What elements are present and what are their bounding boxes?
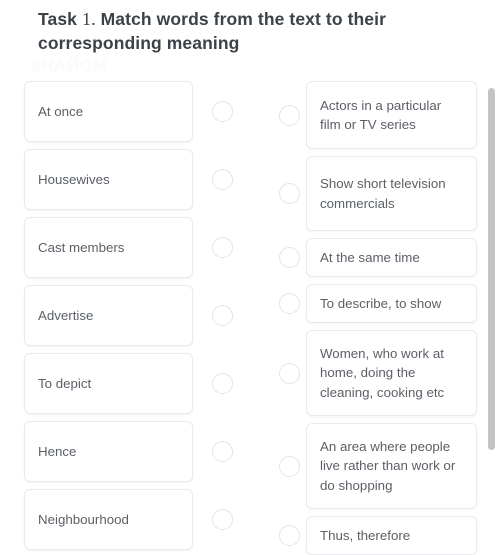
- meaning-label: Women, who work at home, doing the clean…: [320, 346, 445, 400]
- connector-dot-icon[interactable]: [211, 169, 233, 190]
- page-title: Task 1. Match words from the text to the…: [38, 7, 448, 55]
- term-connector-point[interactable]: [205, 373, 239, 395]
- term-connector-point[interactable]: [205, 305, 239, 327]
- scrollbar-thumb[interactable]: [488, 88, 495, 450]
- term-connector-point[interactable]: [205, 441, 239, 463]
- meaning-connector-point[interactable]: [272, 525, 306, 547]
- connector-dot-icon[interactable]: [211, 373, 233, 394]
- term-label: Advertise: [38, 307, 94, 323]
- term-card[interactable]: Hence: [24, 421, 193, 482]
- connector-dot-icon[interactable]: [278, 247, 300, 268]
- term-connector-point[interactable]: [205, 509, 239, 531]
- term-label: Cast members: [38, 239, 125, 255]
- meaning-label: At the same time: [320, 249, 420, 265]
- connector-dot-icon[interactable]: [211, 237, 233, 258]
- meaning-connector-point[interactable]: [272, 362, 306, 384]
- watermark-text: ЗНАЙОМ: [30, 56, 108, 75]
- term-label: To depict: [38, 375, 92, 391]
- meaning-card[interactable]: Show short television commercials: [306, 156, 477, 231]
- term-card[interactable]: Cast members: [24, 217, 193, 278]
- meaning-card[interactable]: At the same time: [306, 238, 477, 277]
- task-label: Task: [38, 9, 77, 29]
- term-card[interactable]: At once: [24, 81, 193, 142]
- matching-board: At once Housewives Cast members Advertise To…: [0, 78, 500, 555]
- meaning-label: To describe, to show: [320, 295, 442, 311]
- meaning-card[interactable]: Actors in a particular film or TV series: [306, 81, 477, 149]
- term-card[interactable]: To depict: [24, 353, 193, 414]
- meaning-connector-point[interactable]: [272, 455, 306, 477]
- term-label: Neighbourhood: [38, 511, 129, 527]
- connector-dot-icon[interactable]: [278, 362, 300, 384]
- meaning-connector-point[interactable]: [272, 183, 306, 205]
- connector-dot-icon[interactable]: [211, 305, 233, 326]
- connector-dot-icon[interactable]: [278, 455, 300, 477]
- meaning-card[interactable]: Thus, therefore: [306, 516, 477, 555]
- term-connector-point[interactable]: [205, 101, 239, 123]
- term-label: Housewives: [38, 171, 110, 187]
- meaning-label: An area where people live rather than wo…: [320, 439, 456, 493]
- meaning-connector-point[interactable]: [272, 247, 306, 269]
- term-card[interactable]: Advertise: [24, 285, 193, 346]
- match-task-screen: Task 1. Match words from the text to the…: [0, 0, 500, 555]
- meaning-label: Actors in a particular film or TV series: [320, 97, 442, 132]
- connector-dot-icon[interactable]: [278, 104, 300, 126]
- term-connector-point[interactable]: [205, 237, 239, 259]
- meaning-card[interactable]: To describe, to show: [306, 284, 477, 323]
- connector-dot-icon[interactable]: [211, 101, 233, 122]
- term-card[interactable]: Neighbourhood: [24, 489, 193, 550]
- term-label: Hence: [38, 443, 77, 459]
- term-label: At once: [38, 103, 84, 119]
- task-number: 1.: [81, 9, 96, 29]
- connector-dot-icon[interactable]: [211, 441, 233, 462]
- term-card[interactable]: Housewives: [24, 149, 193, 210]
- meaning-label: Thus, therefore: [320, 527, 411, 543]
- meaning-connector-point[interactable]: [272, 293, 306, 315]
- connector-dot-icon[interactable]: [278, 525, 300, 546]
- meaning-connector-point[interactable]: [272, 104, 306, 126]
- meaning-label: Show short television commercials: [320, 176, 446, 211]
- meaning-card[interactable]: An area where people live rather than wo…: [306, 423, 477, 509]
- vertical-scrollbar[interactable]: [488, 80, 495, 552]
- connector-dot-icon[interactable]: [278, 293, 300, 314]
- connector-dot-icon[interactable]: [211, 509, 233, 530]
- connector-dot-icon[interactable]: [278, 183, 300, 204]
- term-connector-point[interactable]: [205, 169, 239, 191]
- meaning-card[interactable]: Women, who work at home, doing the clean…: [306, 330, 477, 416]
